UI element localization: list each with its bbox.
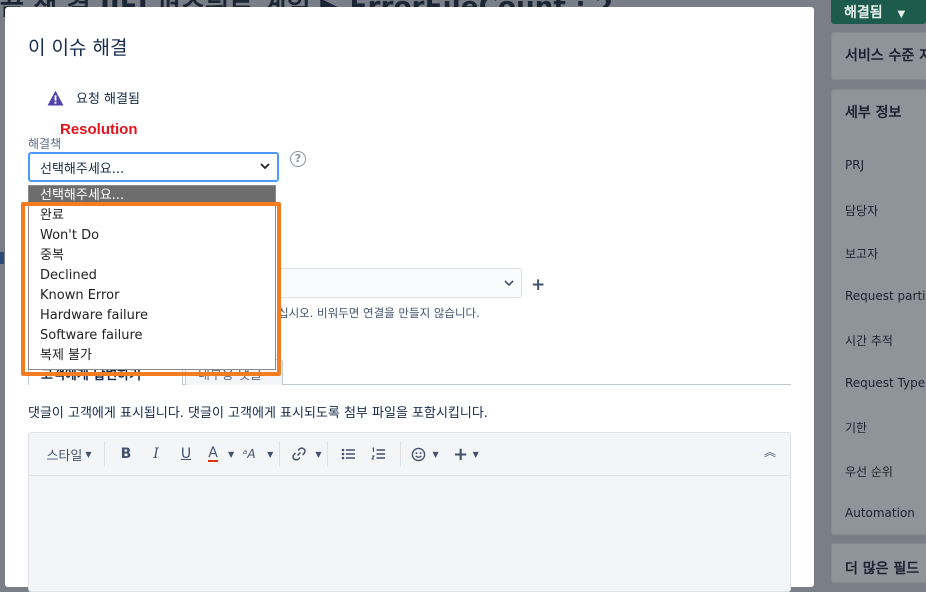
detail-field-label: 기한 [845, 421, 868, 435]
details-title: 세부 정보 [845, 105, 902, 121]
link-hint-text: 십시오. 비워두면 연결을 만들지 않습니다. [278, 306, 480, 320]
bullet-list-icon[interactable] [334, 440, 364, 468]
resolution-select-value: 선택해주세요... [40, 162, 125, 177]
resolution-label: 해결책 [28, 137, 62, 151]
text-color-icon[interactable]: A [201, 440, 225, 468]
chevron-down-icon[interactable]: ▼ [473, 450, 479, 459]
detail-field-label: 우선 순위 [845, 464, 893, 479]
warning-message: 요청 해결됨 [47, 88, 140, 107]
warning-text: 요청 해결됨 [76, 92, 140, 107]
dialog-title: 이 이슈 해결 [28, 37, 128, 59]
toolbar-divider [104, 441, 105, 467]
collapse-toolbar-icon[interactable]: ︽ [764, 443, 776, 460]
chevron-down-icon[interactable]: ▼ [267, 450, 273, 459]
toolbar-divider [400, 441, 402, 467]
chevron-down-icon [504, 280, 514, 287]
background-fragment [0, 252, 4, 264]
help-icon[interactable]: ? [290, 151, 306, 167]
link-icon[interactable] [286, 440, 312, 468]
detail-field-label: Automation [845, 506, 915, 520]
warning-icon [47, 90, 64, 105]
editor-toolbar: 스타일 ▼ B I U A ▼ ᵃA ▼ ▼ ▼ + ▼ ︽ [29, 433, 790, 476]
comment-editor[interactable]: 스타일 ▼ B I U A ▼ ᵃA ▼ ▼ ▼ + ▼ ︽ [28, 432, 791, 592]
detail-field-label: PRJ [845, 158, 865, 172]
detail-field-label: 시간 추적 [845, 334, 893, 348]
text-formatting-icon[interactable]: ᵃA [234, 440, 264, 468]
service-level-title: 서비스 수준 지 [845, 48, 926, 64]
underline-icon[interactable]: U [171, 440, 201, 468]
more-fields-panel[interactable]: 더 많은 필드 [831, 543, 926, 583]
chevron-down-icon: ▼ [897, 9, 906, 20]
detail-field-label: 담당자 [845, 203, 879, 218]
details-panel: 세부 정보 PRJ 담당자보고자 Request particip 시간 추적 Requ… [831, 89, 926, 535]
add-link-icon[interactable]: + [531, 275, 545, 295]
toolbar-divider [279, 441, 281, 467]
service-level-panel: 서비스 수준 지 [831, 32, 926, 80]
detail-field-label: Request Type [845, 375, 926, 390]
chevron-down-icon[interactable]: ▼ [315, 450, 321, 459]
chevron-down-icon[interactable]: ▼ [432, 450, 438, 459]
resolution-select[interactable]: 선택해주세요... [28, 152, 279, 182]
chevron-down-icon [260, 163, 270, 170]
emoji-icon[interactable] [407, 440, 429, 468]
link-type-select[interactable] [277, 268, 522, 298]
detail-field-label: 보고자 [845, 247, 879, 261]
bold-icon[interactable]: B [111, 440, 141, 468]
text-style-label: 스타일 [46, 448, 83, 464]
comment-visibility-hint: 댓글이 고객에게 표시됩니다. 댓글이 고객에게 표시되도록 첨부 파일을 포함… [28, 406, 488, 421]
insert-plus-icon[interactable]: + [452, 440, 470, 468]
resolution-annotation: Resolution [60, 121, 138, 138]
detail-field-label: Request particip [845, 288, 926, 303]
detail-field-list: PRJ 담당자보고자 Request particip 시간 추적 Request Ty… [832, 158, 926, 534]
italic-icon[interactable]: I [141, 440, 171, 468]
options-highlight-box [21, 202, 281, 376]
more-fields-title: 더 많은 필드 [845, 561, 920, 577]
text-style-dropdown[interactable]: 스타일 ▼ [40, 440, 98, 468]
numbered-list-icon[interactable] [364, 440, 394, 468]
toolbar-divider [327, 441, 329, 467]
status-label: 해결됨 [844, 5, 883, 21]
chevron-down-icon: ▼ [85, 449, 92, 459]
status-resolved-button[interactable]: 해결됨 ▼ [831, 0, 926, 24]
